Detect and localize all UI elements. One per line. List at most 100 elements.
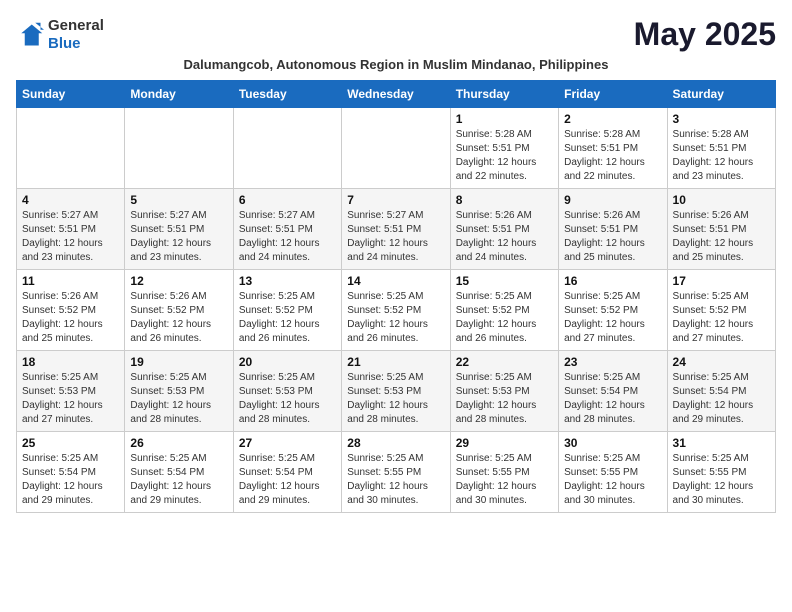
calendar-cell: 24 Sunrise: 5:25 AM Sunset: 5:54 PM Dayli… [667, 351, 775, 432]
day-number: 6 [239, 193, 336, 207]
day-number: 18 [22, 355, 119, 369]
calendar-cell: 6 Sunrise: 5:27 AM Sunset: 5:51 PM Daylig… [233, 189, 341, 270]
day-number: 12 [130, 274, 227, 288]
calendar-cell: 27Sunrise: 5:25 AM Sunset: 5:54 PM Dayli… [233, 432, 341, 513]
day-info: Sunrise: 5:25 AM Sunset: 5:52 PM Dayligh… [347, 290, 444, 346]
calendar-subtitle: Dalumangcob, Autonomous Region in Muslim… [16, 57, 776, 72]
day-number: 26 [130, 436, 227, 450]
day-number: 24 [673, 355, 770, 369]
day-info: Sunrise: 5:26 AM Sunset: 5:52 PM Dayligh… [22, 290, 119, 346]
weekday-header-thursday: Thursday [450, 81, 558, 108]
calendar-cell: 31Sunrise: 5:25 AM Sunset: 5:55 PM Dayli… [667, 432, 775, 513]
day-info: Sunrise: 5:25 AM Sunset: 5:52 PM Dayligh… [564, 290, 661, 346]
day-info: Sunrise: 5:25 AM Sunset: 5:53 PM Dayligh… [456, 371, 553, 427]
day-number: 4 [22, 193, 119, 207]
day-number: 29 [456, 436, 553, 450]
month-title: May 2025 [634, 16, 776, 53]
logo: General Blue [16, 17, 104, 53]
calendar-cell: 9Sunrise: 5:26 AM Sunset: 5:51 PM Daylig… [559, 189, 667, 270]
day-info: Sunrise: 5:25 AM Sunset: 5:54 PM Dayligh… [239, 452, 336, 508]
day-number: 11 [22, 274, 119, 288]
calendar-cell [125, 108, 233, 189]
calendar-cell: 19Sunrise: 5:25 AM Sunset: 5:53 PM Dayli… [125, 351, 233, 432]
calendar-cell: 28 Sunrise: 5:25 AM Sunset: 5:55 PM Dayli… [342, 432, 450, 513]
day-number: 8 [456, 193, 553, 207]
day-info: Sunrise: 5:25 AM Sunset: 5:55 PM Dayligh… [564, 452, 661, 508]
calendar-cell: 29 Sunrise: 5:25 AM Sunset: 5:55 PM Dayli… [450, 432, 558, 513]
calendar-week-row: 1 Sunrise: 5:28 AM Sunset: 5:51 PM Daylig… [17, 108, 776, 189]
calendar-cell: 21Sunrise: 5:25 AM Sunset: 5:53 PM Dayli… [342, 351, 450, 432]
day-info: Sunrise: 5:25 AM Sunset: 5:54 PM Dayligh… [130, 452, 227, 508]
weekday-header-tuesday: Tuesday [233, 81, 341, 108]
day-info: Sunrise: 5:27 AM Sunset: 5:51 PM Dayligh… [347, 209, 444, 265]
calendar-cell: 16 Sunrise: 5:25 AM Sunset: 5:52 PM Dayli… [559, 270, 667, 351]
calendar-cell: 1Sunrise: 5:28 AM Sunset: 5:51 PM Daylig… [450, 108, 558, 189]
calendar-cell: 4 Sunrise: 5:27 AM Sunset: 5:51 PM Daylig… [17, 189, 125, 270]
logo-text: General Blue [48, 17, 104, 53]
day-number: 15 [456, 274, 553, 288]
weekday-header-sunday: Sunday [17, 81, 125, 108]
day-info: Sunrise: 5:27 AM Sunset: 5:51 PM Dayligh… [130, 209, 227, 265]
day-info: Sunrise: 5:26 AM Sunset: 5:51 PM Dayligh… [456, 209, 553, 265]
day-number: 23 [564, 355, 661, 369]
calendar-cell: 25 Sunrise: 5:25 AM Sunset: 5:54 PM Dayli… [17, 432, 125, 513]
calendar-cell [17, 108, 125, 189]
day-info: Sunrise: 5:25 AM Sunset: 5:54 PM Dayligh… [564, 371, 661, 427]
day-number: 3 [673, 112, 770, 126]
logo-icon [16, 21, 44, 49]
day-number: 19 [130, 355, 227, 369]
calendar-cell: 10 Sunrise: 5:26 AM Sunset: 5:51 PM Dayli… [667, 189, 775, 270]
day-info: Sunrise: 5:25 AM Sunset: 5:54 PM Dayligh… [22, 452, 119, 508]
weekday-header-monday: Monday [125, 81, 233, 108]
calendar-week-row: 18 Sunrise: 5:25 AM Sunset: 5:53 PM Dayli… [17, 351, 776, 432]
day-info: Sunrise: 5:25 AM Sunset: 5:55 PM Dayligh… [456, 452, 553, 508]
calendar-cell: 8 Sunrise: 5:26 AM Sunset: 5:51 PM Daylig… [450, 189, 558, 270]
calendar-cell: 30 Sunrise: 5:25 AM Sunset: 5:55 PM Dayli… [559, 432, 667, 513]
day-info: Sunrise: 5:25 AM Sunset: 5:55 PM Dayligh… [347, 452, 444, 508]
day-info: Sunrise: 5:28 AM Sunset: 5:51 PM Dayligh… [673, 128, 770, 184]
day-number: 13 [239, 274, 336, 288]
day-number: 16 [564, 274, 661, 288]
calendar-cell [342, 108, 450, 189]
calendar-cell [233, 108, 341, 189]
day-info: Sunrise: 5:26 AM Sunset: 5:51 PM Dayligh… [673, 209, 770, 265]
calendar-cell: 18Sunrise: 5:25 AM Sunset: 5:53 PM Dayli… [17, 351, 125, 432]
calendar-cell: 3 Sunrise: 5:28 AM Sunset: 5:51 PM Daylig… [667, 108, 775, 189]
day-info: Sunrise: 5:25 AM Sunset: 5:53 PM Dayligh… [239, 371, 336, 427]
day-number: 20 [239, 355, 336, 369]
day-number: 14 [347, 274, 444, 288]
day-number: 30 [564, 436, 661, 450]
weekday-header-row: SundayMondayTuesdayWednesdayThursdayFrid… [17, 81, 776, 108]
calendar-cell: 26 Sunrise: 5:25 AM Sunset: 5:54 PM Dayli… [125, 432, 233, 513]
day-number: 22 [456, 355, 553, 369]
day-number: 28 [347, 436, 444, 450]
calendar-cell: 11 Sunrise: 5:26 AM Sunset: 5:52 PM Dayli… [17, 270, 125, 351]
calendar-cell: 2Sunrise: 5:28 AM Sunset: 5:51 PM Daylig… [559, 108, 667, 189]
day-number: 1 [456, 112, 553, 126]
day-info: Sunrise: 5:25 AM Sunset: 5:55 PM Dayligh… [673, 452, 770, 508]
day-info: Sunrise: 5:25 AM Sunset: 5:53 PM Dayligh… [347, 371, 444, 427]
calendar-table: SundayMondayTuesdayWednesdayThursdayFrid… [16, 80, 776, 513]
day-info: Sunrise: 5:25 AM Sunset: 5:52 PM Dayligh… [456, 290, 553, 346]
day-number: 7 [347, 193, 444, 207]
day-info: Sunrise: 5:27 AM Sunset: 5:51 PM Dayligh… [239, 209, 336, 265]
day-number: 10 [673, 193, 770, 207]
calendar-cell: 14 Sunrise: 5:25 AM Sunset: 5:52 PM Dayli… [342, 270, 450, 351]
calendar-cell: 23 Sunrise: 5:25 AM Sunset: 5:54 PM Dayli… [559, 351, 667, 432]
day-info: Sunrise: 5:25 AM Sunset: 5:54 PM Dayligh… [673, 371, 770, 427]
day-info: Sunrise: 5:28 AM Sunset: 5:51 PM Dayligh… [564, 128, 661, 184]
day-number: 9 [564, 193, 661, 207]
calendar-cell: 12 Sunrise: 5:26 AM Sunset: 5:52 PM Dayli… [125, 270, 233, 351]
calendar-cell: 13Sunrise: 5:25 AM Sunset: 5:52 PM Dayli… [233, 270, 341, 351]
calendar-cell: 22 Sunrise: 5:25 AM Sunset: 5:53 PM Dayli… [450, 351, 558, 432]
weekday-header-friday: Friday [559, 81, 667, 108]
day-info: Sunrise: 5:27 AM Sunset: 5:51 PM Dayligh… [22, 209, 119, 265]
day-number: 25 [22, 436, 119, 450]
calendar-cell: 15 Sunrise: 5:25 AM Sunset: 5:52 PM Dayli… [450, 270, 558, 351]
calendar-cell: 17Sunrise: 5:25 AM Sunset: 5:52 PM Dayli… [667, 270, 775, 351]
calendar-week-row: 11 Sunrise: 5:26 AM Sunset: 5:52 PM Dayli… [17, 270, 776, 351]
day-number: 17 [673, 274, 770, 288]
calendar-week-row: 25 Sunrise: 5:25 AM Sunset: 5:54 PM Dayli… [17, 432, 776, 513]
calendar-week-row: 4 Sunrise: 5:27 AM Sunset: 5:51 PM Daylig… [17, 189, 776, 270]
day-info: Sunrise: 5:26 AM Sunset: 5:52 PM Dayligh… [130, 290, 227, 346]
